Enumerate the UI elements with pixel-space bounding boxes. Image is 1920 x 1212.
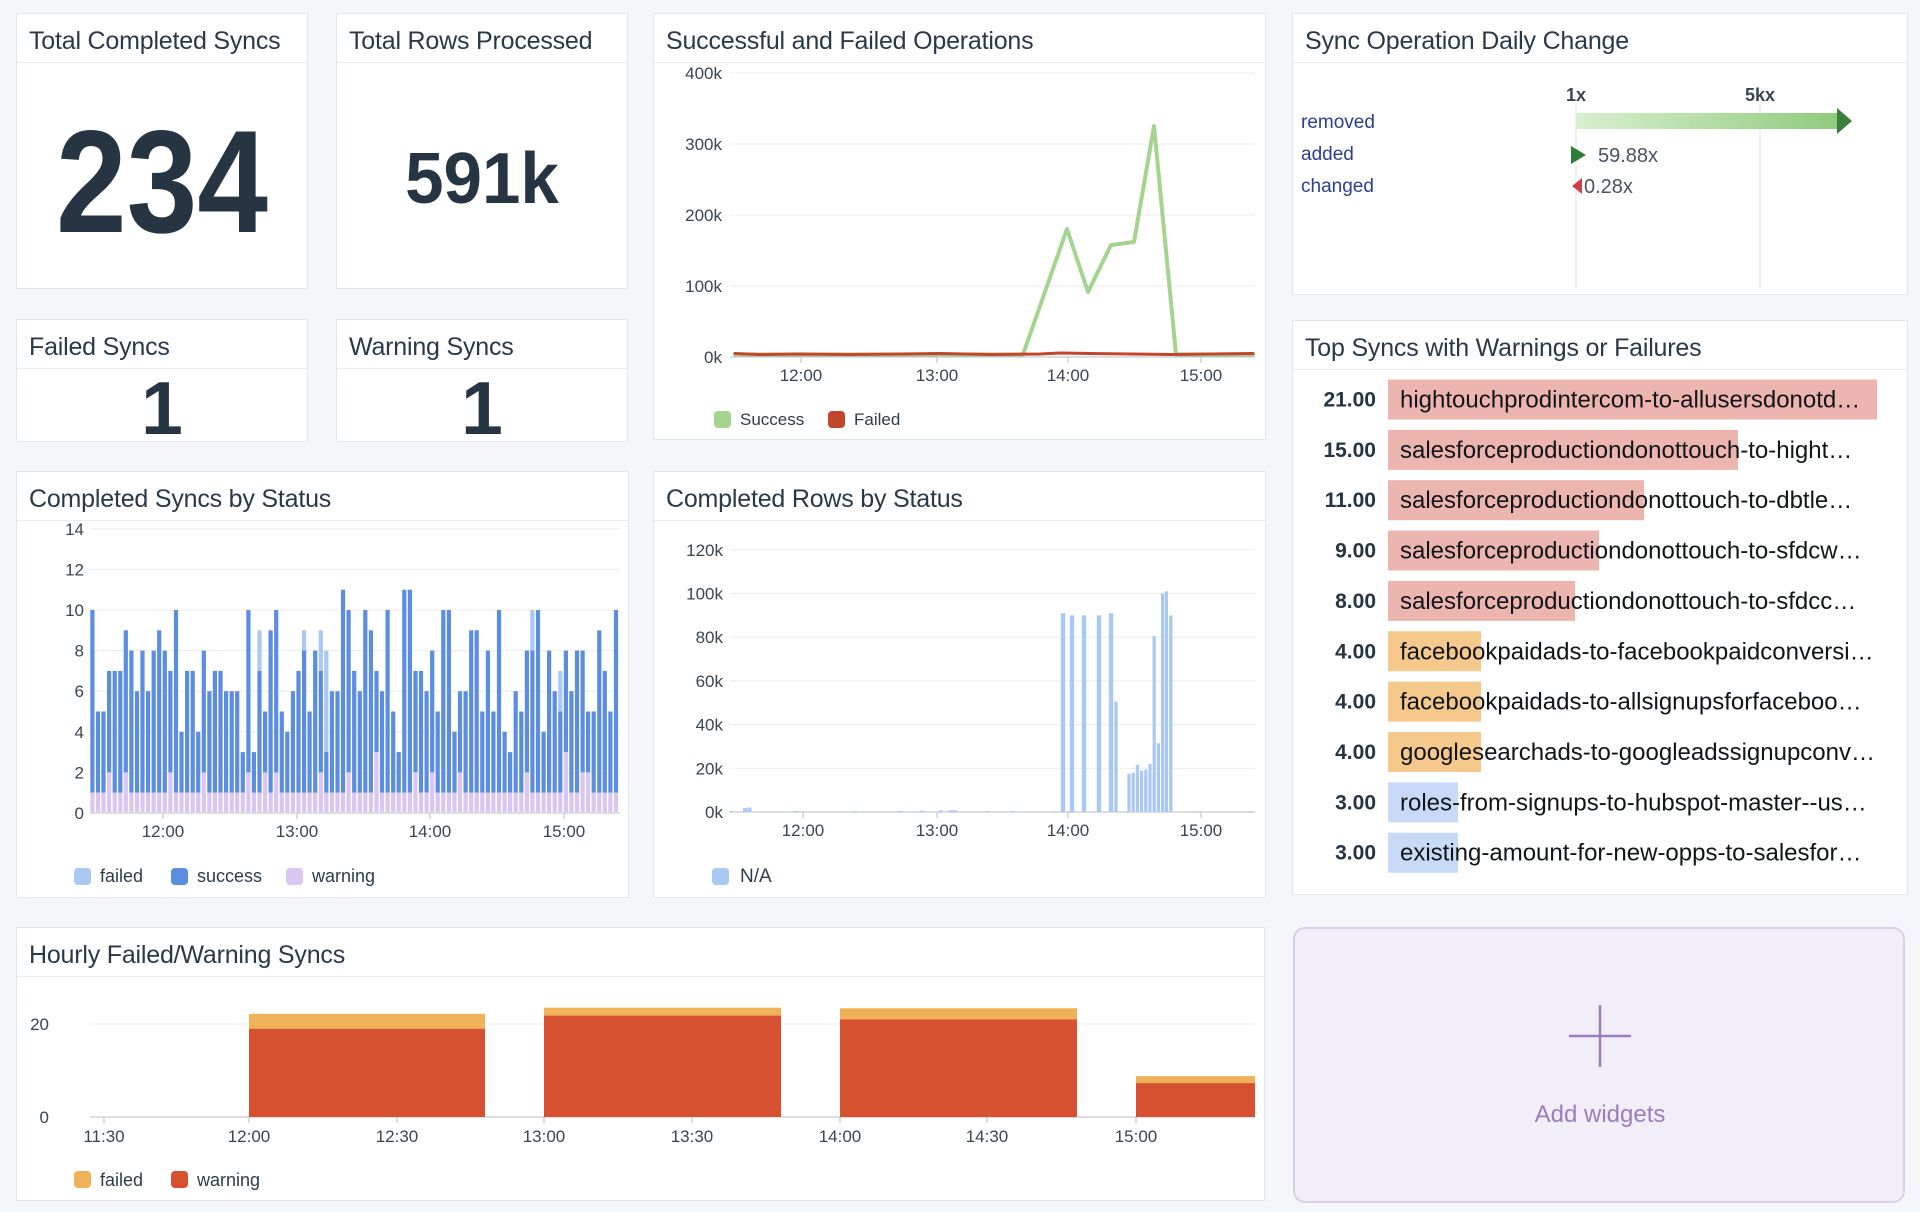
svg-text:removed: removed [1301,112,1375,133]
svg-text:0: 0 [40,1108,49,1127]
svg-text:added: added [1301,144,1354,165]
svg-text:13:00: 13:00 [523,1127,566,1146]
svg-text:20: 20 [30,1015,49,1034]
svg-text:11.00: 11.00 [1325,489,1376,512]
svg-text:existing-amount-for-new-opps-t: existing-amount-for-new-opps-to-salesfor… [1400,840,1862,867]
svg-text:hightouchprodintercom-to-allus: hightouchprodintercom-to-allusersdonotd… [1400,387,1860,414]
svg-text:10: 10 [65,601,84,620]
svg-text:8.00: 8.00 [1335,590,1376,613]
svg-text:14:30: 14:30 [966,1127,1009,1146]
svg-text:8: 8 [75,642,84,661]
svg-text:12:00: 12:00 [782,821,825,840]
svg-text:15:00: 15:00 [1180,821,1223,840]
svg-text:facebookpaidads-to-allsignupsf: facebookpaidads-to-allsignupsforfaceboo… [1400,689,1862,716]
svg-text:warning: warning [311,866,375,886]
svg-text:success: success [197,866,262,886]
svg-text:changed: changed [1301,176,1374,197]
svg-text:4.00: 4.00 [1335,741,1376,764]
svg-text:warning: warning [196,1170,260,1190]
svg-text:200k: 200k [685,206,722,225]
svg-text:21.00: 21.00 [1323,389,1376,412]
svg-text:14:00: 14:00 [1047,821,1090,840]
svg-text:4: 4 [75,723,84,742]
svg-text:3.00: 3.00 [1335,842,1376,865]
svg-text:facebookpaidads-to-facebookpai: facebookpaidads-to-facebookpaidconversi… [1400,638,1874,665]
svg-text:14: 14 [65,520,84,539]
svg-text:59.88x: 59.88x [1598,145,1658,167]
svg-text:14:00: 14:00 [1047,366,1090,385]
svg-text:Success: Success [740,410,804,429]
svg-text:N/A: N/A [740,866,772,887]
svg-text:0: 0 [75,804,84,823]
svg-text:1x: 1x [1566,85,1586,105]
svg-text:13:00: 13:00 [916,821,959,840]
svg-text:12:00: 12:00 [780,366,823,385]
svg-text:salesforceproductiondonottouch: salesforceproductiondonottouch-to-hight… [1400,437,1852,464]
svg-text:60k: 60k [696,672,724,691]
svg-text:14:00: 14:00 [409,822,452,841]
svg-text:5kx: 5kx [1745,85,1775,105]
svg-text:11:30: 11:30 [83,1127,124,1146]
svg-text:roles-from-signups-to-hubspot-: roles-from-signups-to-hubspot-master--us… [1400,789,1867,816]
svg-text:100k: 100k [686,585,723,604]
svg-text:2: 2 [75,763,84,782]
svg-text:0.28x: 0.28x [1584,176,1633,198]
svg-text:13:00: 13:00 [916,366,959,385]
svg-text:13:30: 13:30 [671,1127,714,1146]
svg-text:0k: 0k [704,348,722,367]
svg-text:80k: 80k [696,628,724,647]
svg-text:40k: 40k [696,716,724,735]
svg-text:15:00: 15:00 [1180,366,1223,385]
svg-text:4.00: 4.00 [1335,691,1376,714]
svg-text:failed: failed [100,866,143,886]
svg-text:12: 12 [65,560,84,579]
svg-text:12:00: 12:00 [142,822,185,841]
svg-text:salesforceproductiondonottouch: salesforceproductiondonottouch-to-sfdcc… [1400,588,1856,615]
svg-text:15:00: 15:00 [1115,1127,1158,1146]
svg-text:400k: 400k [685,64,722,83]
svg-text:Failed: Failed [854,410,900,429]
svg-text:0k: 0k [705,803,723,822]
svg-text:300k: 300k [685,135,722,154]
svg-text:100k: 100k [685,277,722,296]
svg-text:6: 6 [75,682,84,701]
svg-text:15:00: 15:00 [543,822,586,841]
svg-text:googlesearchads-to-googleadssi: googlesearchads-to-googleadssignupconv… [1400,739,1875,766]
svg-text:3.00: 3.00 [1335,791,1376,814]
svg-text:14:00: 14:00 [819,1127,862,1146]
svg-text:salesforceproductiondonottouch: salesforceproductiondonottouch-to-dbtle… [1400,487,1852,514]
svg-text:15.00: 15.00 [1323,439,1376,462]
svg-text:salesforceproductiondonottouch: salesforceproductiondonottouch-to-sfdcw… [1400,538,1862,565]
svg-text:13:00: 13:00 [276,822,319,841]
svg-text:4.00: 4.00 [1335,640,1376,663]
svg-text:20k: 20k [696,759,724,778]
svg-text:12:00: 12:00 [228,1127,271,1146]
svg-text:12:30: 12:30 [376,1127,419,1146]
svg-text:9.00: 9.00 [1335,540,1376,563]
svg-text:failed: failed [100,1170,143,1190]
svg-text:120k: 120k [686,541,723,560]
svg-text:Add widgets: Add widgets [1535,1101,1666,1128]
